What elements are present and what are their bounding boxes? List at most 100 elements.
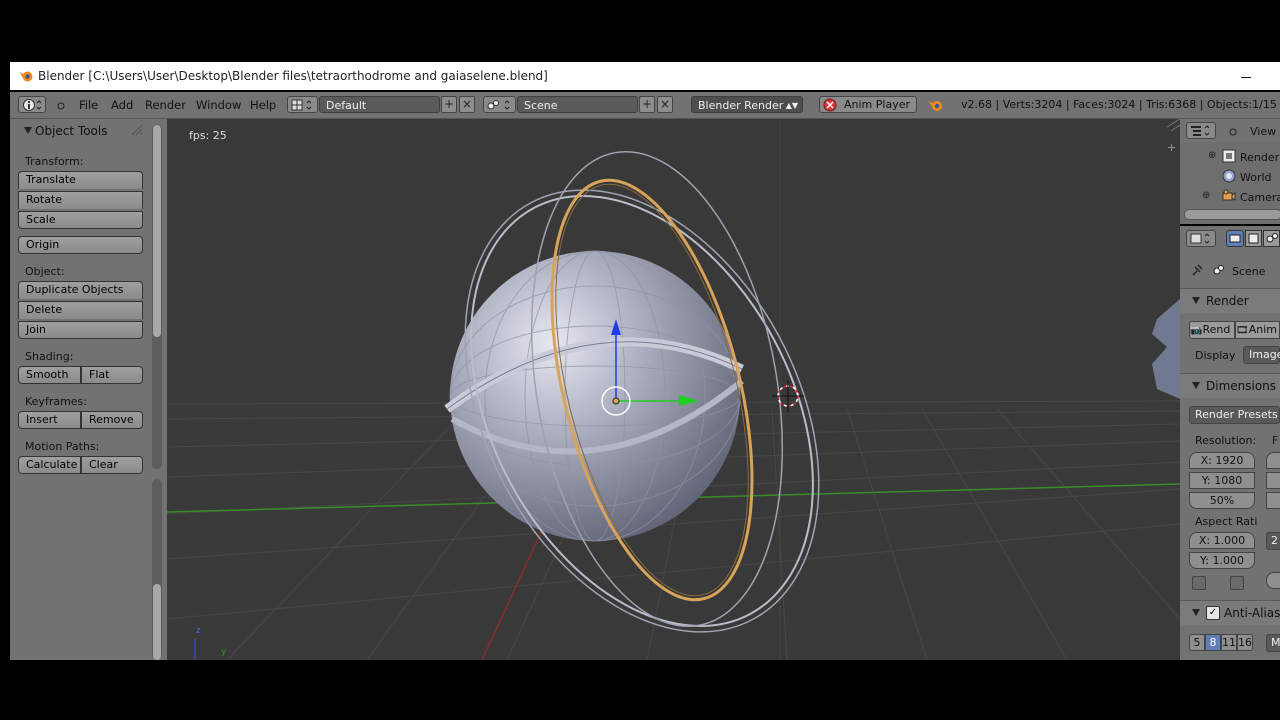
- scene-stats: v2.68 | Verts:3204 | Faces:3024 | Tris:6…: [961, 98, 1280, 111]
- info-icon: [23, 99, 42, 111]
- frame-end-field[interactable]: [1266, 472, 1280, 489]
- resolution-percent-field[interactable]: 50%: [1189, 492, 1255, 509]
- crop-checkbox[interactable]: [1230, 576, 1244, 590]
- outliner-item-renderlayers[interactable]: ⊕ RenderL: [1180, 147, 1280, 167]
- render-engine-select[interactable]: Blender Render ▲▼: [691, 96, 803, 113]
- properties-header: [1180, 226, 1280, 252]
- scene-selector[interactable]: [483, 96, 516, 113]
- aspect-x-field[interactable]: X: 1.000: [1189, 532, 1255, 549]
- insert-keyframe-button[interactable]: Insert: [18, 411, 81, 429]
- outliner-list-icon: [1191, 125, 1210, 136]
- pin-icon[interactable]: [1190, 263, 1204, 277]
- translate-button[interactable]: Translate: [18, 171, 143, 189]
- scale-button[interactable]: Scale: [18, 211, 143, 229]
- duplicate-objects-button[interactable]: Duplicate Objects: [18, 281, 143, 299]
- render-context-tab[interactable]: [1226, 230, 1244, 247]
- anti-aliasing-title: Anti-Aliasi: [1224, 606, 1280, 620]
- anti-aliasing-checkbox[interactable]: ✓: [1206, 606, 1220, 620]
- delete-button[interactable]: Delete: [18, 301, 143, 319]
- collapse-triangle-icon[interactable]: [24, 127, 32, 134]
- aspect-y-field[interactable]: Y: 1.000: [1189, 552, 1255, 569]
- render-image-icon: 📷: [1190, 325, 1203, 336]
- world-icon: [1222, 169, 1236, 183]
- render-animation-button[interactable]: 🎞Anim: [1235, 321, 1280, 339]
- aa-filter-select[interactable]: M: [1266, 634, 1280, 652]
- expand-plus-icon[interactable]: ⊕: [1202, 190, 1210, 201]
- window-titlebar: Blender [C:\Users\User\Desktop\Blender f…: [10, 62, 1280, 90]
- resolution-label: Resolution:: [1195, 434, 1257, 447]
- motion-paths-label: Motion Paths:: [25, 440, 100, 453]
- aa-samples-5[interactable]: 5: [1189, 634, 1205, 651]
- frame-start-field[interactable]: [1266, 452, 1280, 469]
- outliner-horizontal-scrollbar[interactable]: [1184, 209, 1280, 220]
- outliner-header: View: [1180, 119, 1280, 143]
- render-layers-tab[interactable]: [1245, 230, 1262, 247]
- join-button[interactable]: Join: [18, 321, 143, 339]
- render-image-label: Rend: [1202, 323, 1231, 336]
- camera-object[interactable]: [1152, 299, 1180, 399]
- border-checkbox[interactable]: [1192, 576, 1206, 590]
- minimize-button[interactable]: [1236, 66, 1256, 86]
- collapse-triangle-icon: [1192, 609, 1200, 616]
- render-presets-select[interactable]: Render Presets: [1189, 406, 1280, 424]
- resolution-y-field[interactable]: Y: 1080: [1189, 472, 1255, 489]
- render-image-button[interactable]: 📷Rend: [1189, 321, 1235, 339]
- menu-render[interactable]: Render: [145, 98, 186, 112]
- menu-help[interactable]: Help: [250, 98, 276, 112]
- origin-button[interactable]: Origin: [18, 236, 143, 254]
- frame-rate-select[interactable]: 2: [1266, 532, 1280, 550]
- flat-button[interactable]: Flat: [81, 366, 143, 384]
- aa-samples-16[interactable]: 16: [1237, 634, 1253, 651]
- smooth-button[interactable]: Smooth: [18, 366, 81, 384]
- menu-add[interactable]: Add: [111, 98, 133, 112]
- outliner: View ⊕ RenderL World ⊕ Camera: [1180, 119, 1280, 224]
- scene-icon: [1266, 233, 1278, 243]
- properties-editor-type[interactable]: [1186, 230, 1216, 247]
- corner-split-icon[interactable]: [1166, 119, 1180, 132]
- screen-layout-selector[interactable]: [287, 96, 318, 113]
- menu-file[interactable]: File: [79, 98, 98, 112]
- properties-toggle-icon: +: [1167, 141, 1176, 154]
- screen-layout-field[interactable]: Default: [319, 96, 440, 113]
- viewport-scene[interactable]: +: [167, 119, 1180, 660]
- rotate-button[interactable]: Rotate: [18, 191, 143, 209]
- render-panel-title: Render: [1206, 294, 1249, 308]
- resolution-x-field[interactable]: X: 1920: [1189, 452, 1255, 469]
- calculate-paths-button[interactable]: Calculate: [18, 456, 81, 474]
- outliner-item-world[interactable]: World: [1180, 167, 1280, 187]
- 3d-viewport[interactable]: + fps: 25 z y: [167, 119, 1180, 660]
- tool-shelf-scroll-thumb-lower[interactable]: [153, 584, 161, 660]
- clear-paths-button[interactable]: Clear: [81, 456, 143, 474]
- dimensions-panel-header[interactable]: Dimensions: [1180, 373, 1280, 398]
- 3d-cursor[interactable]: [772, 380, 804, 412]
- tool-shelf-scroll-thumb[interactable]: [153, 125, 161, 337]
- outliner-editor-type[interactable]: [1186, 122, 1216, 139]
- editor-type-button[interactable]: [18, 96, 46, 113]
- drag-handle-icon[interactable]: [130, 123, 144, 137]
- collapse-triangle-icon: [1192, 297, 1200, 304]
- remove-keyframe-button[interactable]: Remove: [81, 411, 143, 429]
- object-label: Object:: [25, 265, 65, 278]
- aa-samples-8[interactable]: 8: [1205, 634, 1221, 651]
- collapse-triangle-icon: [1192, 382, 1200, 389]
- render-panel-header[interactable]: Render: [1180, 288, 1280, 313]
- collapse-menus-icon[interactable]: [56, 101, 66, 111]
- frame-step-field[interactable]: [1266, 492, 1280, 509]
- outliner-item-camera[interactable]: ⊕ Camera: [1180, 187, 1280, 207]
- scene-tab[interactable]: [1263, 230, 1280, 247]
- anti-aliasing-panel-header[interactable]: ✓ Anti-Aliasi: [1180, 600, 1280, 625]
- display-select[interactable]: Image: [1243, 346, 1280, 364]
- anim-player-button[interactable]: Anim Player: [819, 96, 917, 113]
- scene-field[interactable]: Scene: [517, 96, 638, 113]
- aa-samples-11[interactable]: 11: [1221, 634, 1237, 651]
- add-scene-button[interactable]: +: [639, 96, 655, 113]
- delete-screen-button[interactable]: ×: [459, 96, 475, 113]
- expand-plus-icon[interactable]: ⊕: [1208, 150, 1216, 161]
- outliner-view-menu[interactable]: View: [1250, 125, 1276, 138]
- menu-window[interactable]: Window: [196, 98, 241, 112]
- add-screen-button[interactable]: +: [441, 96, 457, 113]
- keyframes-label: Keyframes:: [25, 395, 87, 408]
- collapse-menus-icon[interactable]: [1228, 127, 1238, 137]
- time-remap-field[interactable]: [1266, 572, 1280, 589]
- delete-scene-button[interactable]: ×: [657, 96, 673, 113]
